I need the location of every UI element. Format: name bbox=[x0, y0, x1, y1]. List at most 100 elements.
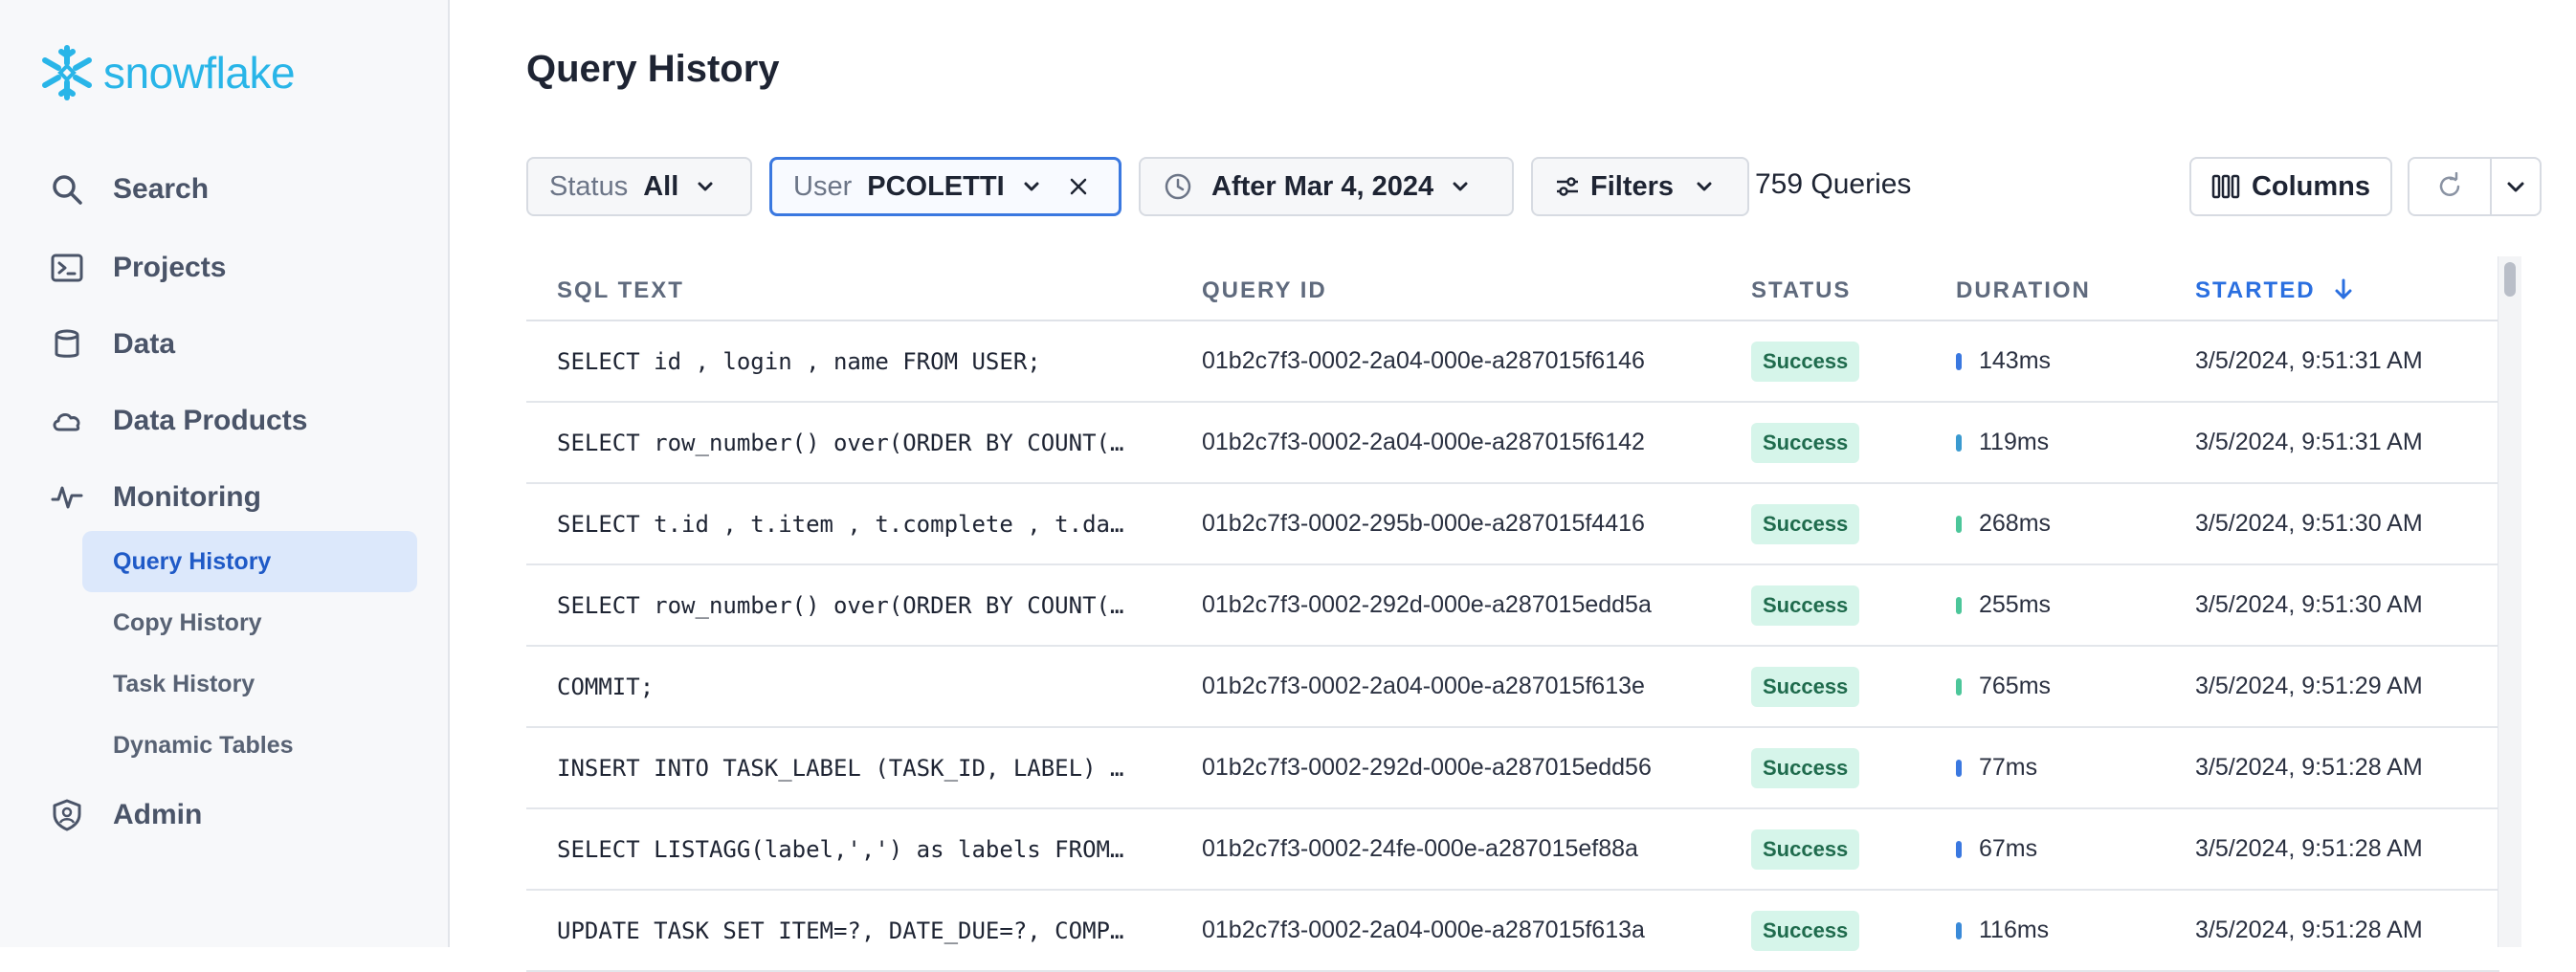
column-header-query-id[interactable]: QUERY ID bbox=[1202, 277, 1327, 304]
status-filter[interactable]: Status All bbox=[526, 157, 752, 216]
cell-duration: 119ms bbox=[1956, 403, 2049, 482]
query-id[interactable]: 01b2c7f3-0002-295b-000e-a287015f4416 bbox=[1202, 510, 1645, 538]
nav-item-data[interactable]: Data bbox=[46, 316, 175, 373]
nav-item-search[interactable]: Search bbox=[46, 161, 209, 218]
nav-item-data-products[interactable]: Data Products bbox=[46, 392, 307, 450]
cell-started: 3/5/2024, 9:51:28 AM bbox=[2195, 891, 2423, 970]
cloud-icon bbox=[46, 400, 88, 442]
started-time: 3/5/2024, 9:51:28 AM bbox=[2195, 917, 2423, 943]
cell-started: 3/5/2024, 9:51:28 AM bbox=[2195, 809, 2423, 889]
scrollbar-thumb[interactable] bbox=[2504, 262, 2516, 297]
user-filter[interactable]: User PCOLETTI bbox=[769, 157, 1121, 216]
status-badge: Success bbox=[1751, 503, 1860, 544]
cell-query-id[interactable]: 01b2c7f3-0002-2a04-000e-a287015f613e bbox=[1202, 647, 1645, 726]
table-row[interactable]: UPDATE TASK SET ITEM=?, DATE_DUE=?, COMP… bbox=[526, 891, 2499, 972]
query-id[interactable]: 01b2c7f3-0002-2a04-000e-a287015f613a bbox=[1202, 917, 1645, 944]
cell-query-id[interactable]: 01b2c7f3-0002-2a04-000e-a287015f613a bbox=[1202, 891, 1645, 970]
sql-text: SELECT row_number() over(ORDER BY COUNT(… bbox=[557, 429, 1124, 456]
cell-query-id[interactable]: 01b2c7f3-0002-24fe-000e-a287015ef88a bbox=[1202, 809, 1638, 889]
sql-text: SELECT id , login , name FROM USER; bbox=[557, 347, 1041, 375]
terminal-icon bbox=[46, 247, 88, 289]
refresh-button[interactable] bbox=[2408, 157, 2492, 216]
cell-sql: INSERT INTO TASK_LABEL (TASK_ID, LABEL) … bbox=[557, 728, 1150, 807]
duration-bar bbox=[1956, 759, 1962, 777]
cell-status: Success bbox=[1751, 647, 1860, 726]
cell-query-id[interactable]: 01b2c7f3-0002-292d-000e-a287015edd56 bbox=[1202, 728, 1652, 807]
started-time: 3/5/2024, 9:51:29 AM bbox=[2195, 673, 2423, 699]
close-icon[interactable] bbox=[1068, 176, 1089, 197]
cell-sql: SELECT t.id , t.item , t.complete , t.da… bbox=[557, 484, 1150, 563]
nav-item-projects[interactable]: Projects bbox=[46, 239, 226, 297]
table-row[interactable]: SELECT row_number() over(ORDER BY COUNT(… bbox=[526, 403, 2499, 484]
cell-status: Success bbox=[1751, 403, 1860, 482]
arrow-down-icon bbox=[2335, 278, 2352, 299]
column-header-status[interactable]: STATUS bbox=[1751, 277, 1851, 304]
table-row[interactable]: INSERT INTO TASK_LABEL (TASK_ID, LABEL) … bbox=[526, 728, 2499, 809]
main-content: Query History Status All User PCOLETTI A… bbox=[450, 0, 2576, 972]
duration-bar bbox=[1956, 596, 1962, 614]
cell-started: 3/5/2024, 9:51:31 AM bbox=[2195, 321, 2423, 401]
cell-query-id[interactable]: 01b2c7f3-0002-2a04-000e-a287015f6142 bbox=[1202, 403, 1645, 482]
snowflake-logo[interactable]: snowflake bbox=[36, 42, 296, 103]
database-icon bbox=[46, 323, 88, 365]
duration-bar bbox=[1956, 677, 1962, 696]
nav-item-admin[interactable]: Admin bbox=[46, 786, 202, 844]
logo-text: snowflake bbox=[103, 48, 296, 98]
query-id[interactable]: 01b2c7f3-0002-2a04-000e-a287015f6142 bbox=[1202, 429, 1645, 456]
query-id[interactable]: 01b2c7f3-0002-292d-000e-a287015edd56 bbox=[1202, 754, 1652, 782]
query-id[interactable]: 01b2c7f3-0002-24fe-000e-a287015ef88a bbox=[1202, 835, 1638, 863]
cell-status: Success bbox=[1751, 321, 1860, 401]
column-header-sql-text[interactable]: SQL TEXT bbox=[557, 277, 684, 304]
columns-button[interactable]: Columns bbox=[2189, 157, 2392, 216]
table-row[interactable]: COMMIT; 01b2c7f3-0002-2a04-000e-a287015f6… bbox=[526, 647, 2499, 728]
started-time: 3/5/2024, 9:51:28 AM bbox=[2195, 835, 2423, 862]
cell-sql: SELECT row_number() over(ORDER BY COUNT(… bbox=[557, 565, 1150, 645]
duration-bar bbox=[1956, 352, 1962, 370]
chevron-down-icon bbox=[1695, 177, 1714, 196]
cell-duration: 116ms bbox=[1956, 891, 2049, 970]
chevron-down-icon bbox=[696, 177, 715, 196]
table-row[interactable]: SELECT LISTAGG(label,',') as labels FROM… bbox=[526, 809, 2499, 891]
sidebar-item-copy-history[interactable]: Copy History bbox=[82, 592, 417, 653]
refresh-options-button[interactable] bbox=[2490, 157, 2542, 216]
search-icon bbox=[46, 168, 88, 210]
nav-label-monitoring: Monitoring bbox=[113, 481, 261, 513]
status-badge: Success bbox=[1751, 666, 1860, 707]
refresh-icon bbox=[2435, 172, 2464, 201]
sql-text: SELECT t.id , t.item , t.complete , t.da… bbox=[557, 510, 1124, 538]
table-body: SELECT id , login , name FROM USER; 01b2c… bbox=[526, 321, 2499, 972]
sidebar-item-task-history[interactable]: Task History bbox=[82, 653, 417, 715]
status-badge: Success bbox=[1751, 828, 1860, 870]
duration-value: 67ms bbox=[1979, 835, 2038, 862]
duration-bar bbox=[1956, 515, 1962, 533]
cell-query-id[interactable]: 01b2c7f3-0002-295b-000e-a287015f4416 bbox=[1202, 484, 1645, 563]
sidebar-item-dynamic-tables[interactable]: Dynamic Tables bbox=[82, 715, 417, 776]
shield-user-icon bbox=[46, 794, 88, 836]
page-title: Query History bbox=[526, 48, 780, 90]
cell-query-id[interactable]: 01b2c7f3-0002-2a04-000e-a287015f6146 bbox=[1202, 321, 1645, 401]
duration-value: 268ms bbox=[1979, 510, 2052, 537]
status-filter-key: Status bbox=[549, 170, 629, 202]
chevron-down-icon[interactable] bbox=[1022, 177, 1041, 196]
column-header-duration[interactable]: DURATION bbox=[1956, 277, 2091, 304]
table-row[interactable]: SELECT id , login , name FROM USER; 01b2c… bbox=[526, 321, 2499, 403]
cell-started: 3/5/2024, 9:51:29 AM bbox=[2195, 647, 2423, 726]
cell-query-id[interactable]: 01b2c7f3-0002-292d-000e-a287015edd5a bbox=[1202, 565, 1652, 645]
cell-duration: 268ms bbox=[1956, 484, 2051, 563]
sidebar-item-query-history[interactable]: Query History bbox=[82, 531, 417, 592]
duration-value: 116ms bbox=[1979, 917, 2050, 943]
duration-value: 143ms bbox=[1979, 347, 2052, 374]
nav-label-search: Search bbox=[113, 173, 210, 205]
table-row[interactable]: SELECT row_number() over(ORDER BY COUNT(… bbox=[526, 565, 2499, 647]
table-row[interactable]: SELECT t.id , t.item , t.complete , t.da… bbox=[526, 484, 2499, 565]
cell-sql: COMMIT; bbox=[557, 647, 1150, 726]
filters-button[interactable]: Filters bbox=[1531, 157, 1749, 216]
query-id[interactable]: 01b2c7f3-0002-2a04-000e-a287015f6146 bbox=[1202, 347, 1645, 375]
date-filter[interactable]: After Mar 4, 2024 bbox=[1139, 157, 1514, 216]
query-count: 759 Queries bbox=[1755, 168, 1912, 200]
table-scrollbar[interactable] bbox=[2498, 256, 2521, 947]
query-id[interactable]: 01b2c7f3-0002-2a04-000e-a287015f613e bbox=[1202, 673, 1645, 700]
nav-item-monitoring[interactable]: Monitoring bbox=[46, 469, 261, 526]
column-header-started[interactable]: STARTED bbox=[2195, 277, 2354, 304]
query-id[interactable]: 01b2c7f3-0002-292d-000e-a287015edd5a bbox=[1202, 591, 1652, 619]
